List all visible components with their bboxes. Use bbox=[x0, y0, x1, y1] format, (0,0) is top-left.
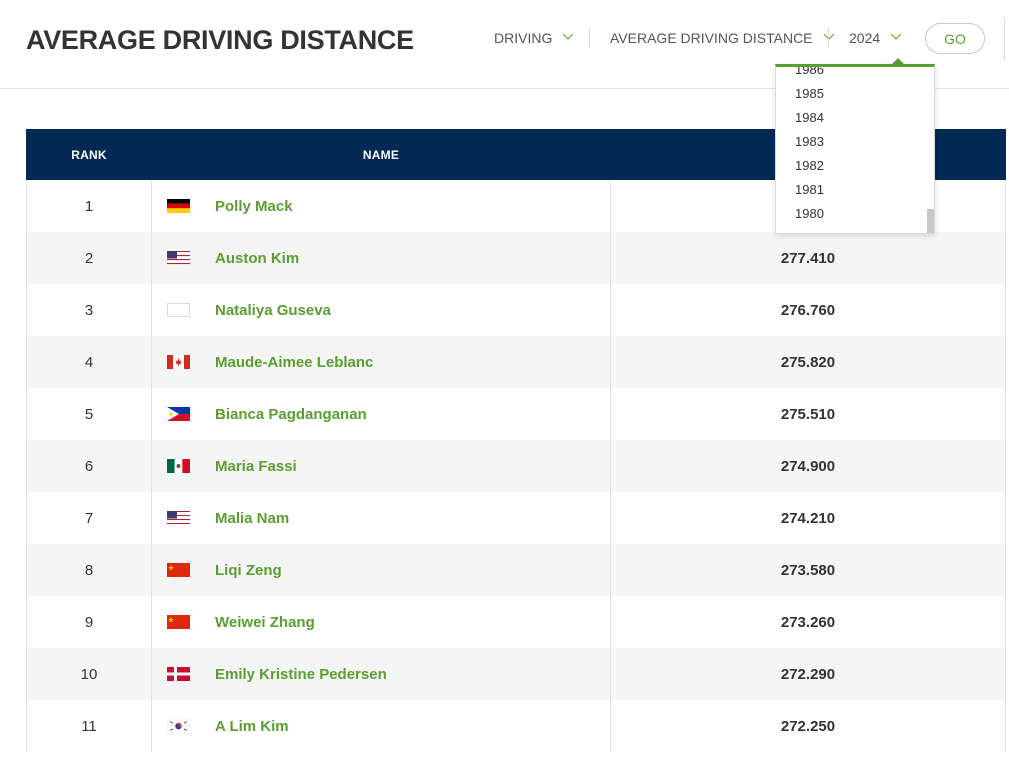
rank-cell: 1 bbox=[27, 180, 152, 232]
category-filter-label: DRIVING bbox=[494, 30, 553, 46]
average-distance-cell: 276.760 bbox=[780, 301, 836, 319]
year-option[interactable]: 1985 bbox=[795, 83, 824, 105]
player-name-link[interactable]: Auston Kim bbox=[215, 250, 299, 267]
country-flag-icon bbox=[167, 563, 190, 577]
rank-cell: 8 bbox=[27, 544, 152, 596]
country-flag-icon bbox=[167, 459, 190, 473]
stat-filter-dropdown[interactable]: AVERAGE DRIVING DISTANCE bbox=[610, 30, 835, 46]
rank-cell: 5 bbox=[27, 388, 152, 440]
dropdown-scrollbar[interactable] bbox=[927, 209, 934, 233]
category-filter-dropdown[interactable]: DRIVING bbox=[494, 30, 574, 46]
player-name-link[interactable]: Polly Mack bbox=[215, 198, 293, 215]
country-flag-icon bbox=[167, 719, 190, 733]
rank-cell: 4 bbox=[27, 336, 152, 388]
table-row: 8 Liqi Zeng 273.580 bbox=[26, 544, 1006, 596]
average-distance-cell: 275.510 bbox=[780, 405, 836, 423]
column-header-name[interactable]: NAME bbox=[152, 129, 610, 180]
name-cell: Auston Kim bbox=[152, 232, 611, 284]
player-name-link[interactable]: Maria Fassi bbox=[215, 458, 297, 475]
rank-cell: 11 bbox=[27, 700, 152, 752]
name-cell: A Lim Kim bbox=[152, 700, 611, 752]
country-flag-icon bbox=[167, 355, 190, 369]
name-cell: Bianca Pagdanganan bbox=[152, 388, 611, 440]
table-row: 4 Maude-Aimee Leblanc 275.820 bbox=[26, 336, 1006, 388]
go-button[interactable]: GO bbox=[925, 23, 985, 54]
player-name-link[interactable]: Weiwei Zhang bbox=[215, 614, 315, 631]
filter-divider bbox=[589, 28, 590, 48]
year-dropdown-menu[interactable]: 1986 1985 1984 1983 1982 1981 1980 bbox=[775, 64, 935, 234]
player-name-link[interactable]: Liqi Zeng bbox=[215, 562, 282, 579]
rank-cell: 10 bbox=[27, 648, 152, 700]
chevron-down-icon bbox=[562, 33, 574, 41]
average-distance-cell: 274.900 bbox=[780, 457, 836, 475]
header-divider bbox=[1004, 18, 1005, 60]
rank-cell: 2 bbox=[27, 232, 152, 284]
table-row: 10 Emily Kristine Pedersen 272.290 bbox=[26, 648, 1006, 700]
rank-cell: 6 bbox=[27, 440, 152, 492]
rank-cell: 9 bbox=[27, 596, 152, 648]
player-name-link[interactable]: Malia Nam bbox=[215, 510, 289, 527]
country-flag-icon bbox=[167, 511, 190, 525]
name-cell: Nataliya Guseva bbox=[152, 284, 611, 336]
rank-cell: 7 bbox=[27, 492, 152, 544]
year-filter-dropdown[interactable]: 2024 bbox=[849, 30, 902, 46]
table-body: 1 Polly Mack 2 Auston Kim 277.410 3 Nataliya G… bbox=[26, 180, 1006, 752]
country-flag-icon bbox=[167, 615, 190, 629]
page-title: AVERAGE DRIVING DISTANCE bbox=[26, 25, 414, 55]
country-flag-icon bbox=[167, 407, 190, 421]
player-name-link[interactable]: Emily Kristine Pedersen bbox=[215, 666, 387, 683]
table-row: 7 Malia Nam 274.210 bbox=[26, 492, 1006, 544]
year-option[interactable]: 1983 bbox=[795, 131, 824, 153]
player-name-link[interactable]: Bianca Pagdanganan bbox=[215, 406, 367, 423]
table-row: 3 Nataliya Guseva 276.760 bbox=[26, 284, 1006, 336]
average-distance-cell: 273.260 bbox=[780, 613, 836, 631]
filter-divider bbox=[828, 28, 829, 48]
chevron-down-icon bbox=[890, 33, 902, 41]
table-row: 9 Weiwei Zhang 273.260 bbox=[26, 596, 1006, 648]
name-cell: Malia Nam bbox=[152, 492, 611, 544]
table-row: 5 Bianca Pagdanganan 275.510 bbox=[26, 388, 1006, 440]
average-distance-cell: 273.580 bbox=[780, 561, 836, 579]
stat-filter-label: AVERAGE DRIVING DISTANCE bbox=[610, 30, 813, 46]
name-cell: Emily Kristine Pedersen bbox=[152, 648, 611, 700]
name-cell: Maude-Aimee Leblanc bbox=[152, 336, 611, 388]
rank-cell: 3 bbox=[27, 284, 152, 336]
average-distance-cell: 277.410 bbox=[780, 249, 836, 267]
player-name-link[interactable]: A Lim Kim bbox=[215, 718, 289, 735]
year-filter-label: 2024 bbox=[849, 30, 881, 46]
country-flag-icon bbox=[167, 667, 190, 681]
name-cell: Weiwei Zhang bbox=[152, 596, 611, 648]
average-distance-cell: 274.210 bbox=[780, 509, 836, 527]
country-flag-icon bbox=[167, 303, 190, 317]
table-row: 6 Maria Fassi 274.900 bbox=[26, 440, 1006, 492]
year-option[interactable]: 1982 bbox=[795, 155, 824, 177]
table-row: 11 A Lim Kim 272.250 bbox=[26, 700, 1006, 752]
year-option[interactable]: 1981 bbox=[795, 179, 824, 201]
year-option[interactable]: 1984 bbox=[795, 107, 824, 129]
column-header-rank[interactable]: RANK bbox=[26, 129, 152, 180]
player-name-link[interactable]: Maude-Aimee Leblanc bbox=[215, 354, 373, 371]
name-cell: Maria Fassi bbox=[152, 440, 611, 492]
average-distance-cell: 275.820 bbox=[780, 353, 836, 371]
average-distance-cell: 272.290 bbox=[780, 665, 836, 683]
name-cell: Liqi Zeng bbox=[152, 544, 611, 596]
year-option[interactable]: 1980 bbox=[795, 203, 824, 225]
country-flag-icon bbox=[167, 251, 190, 265]
country-flag-icon bbox=[167, 199, 190, 213]
year-option[interactable]: 1986 bbox=[795, 67, 824, 81]
player-name-link[interactable]: Nataliya Guseva bbox=[215, 302, 331, 319]
name-cell: Polly Mack bbox=[152, 180, 611, 232]
average-distance-cell: 272.250 bbox=[780, 717, 836, 735]
table-row: 2 Auston Kim 277.410 bbox=[26, 232, 1006, 284]
